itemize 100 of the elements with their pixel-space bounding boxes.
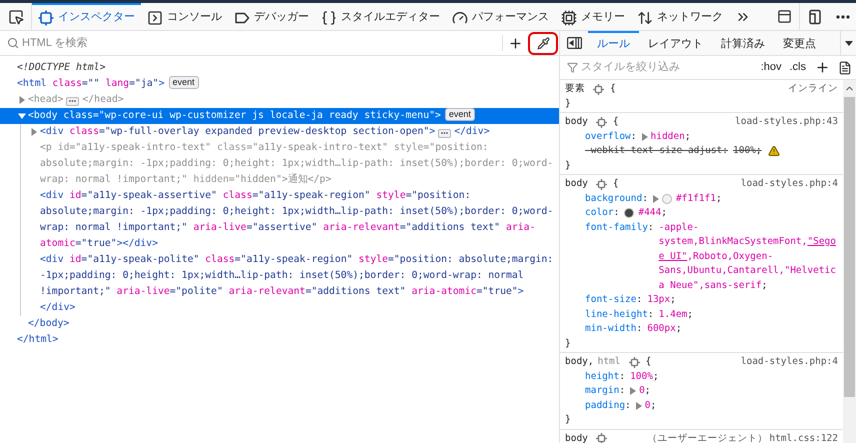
twisty-icon[interactable] <box>18 112 26 120</box>
declaration-name[interactable]: font-size: <box>585 293 642 308</box>
pointer-icon <box>8 8 24 24</box>
source-link[interactable]: load-styles.php:4 <box>740 177 838 192</box>
selector: html <box>598 355 620 369</box>
declaration-value: 1.4em; <box>658 308 693 322</box>
filter-field[interactable]: スタイルを絞り込み <box>581 59 757 76</box>
declaration-name[interactable]: padding: <box>585 398 631 413</box>
document-icon <box>838 60 852 74</box>
sidebar-tab[interactable]: 変更点 <box>774 31 825 55</box>
brace: { <box>646 355 652 369</box>
filter-icon <box>567 62 578 73</box>
declaration-name[interactable]: min-width: <box>585 322 642 336</box>
warning-icon <box>768 145 780 157</box>
arrows-icon <box>637 10 653 26</box>
selector: 要素 <box>565 82 585 96</box>
declaration-value: 100%; <box>630 370 659 384</box>
pane-toggle-icon <box>566 37 582 49</box>
target-icon[interactable] <box>596 178 607 190</box>
markup-row[interactable]: <body class="wp-core-ui wp-customizer js locale-ja ready sticky-menu"> event <box>0 108 559 124</box>
declaration-name[interactable]: -webkit-text-size-adjust: <box>585 144 728 158</box>
declaration-name[interactable]: overflow: <box>585 130 636 144</box>
brace: } <box>565 336 571 350</box>
twisty-icon[interactable] <box>30 128 38 136</box>
declaration-name[interactable]: margin: <box>585 384 626 398</box>
brace: { <box>612 115 619 129</box>
tool-tab[interactable]: コンソール <box>141 3 228 30</box>
color-swatch[interactable] <box>662 194 672 204</box>
brace: } <box>565 96 571 110</box>
event-badge[interactable]: event <box>168 76 199 89</box>
selector: body <box>565 432 588 443</box>
color-swatch[interactable] <box>624 208 634 218</box>
brace: { <box>612 177 619 191</box>
expand-icon[interactable] <box>642 132 648 140</box>
markup-text: <p id="a11y-speak-intro-text" class="a11y-speak-intro-text" style="position: absolute;margin: -1px;padding: 0;height: 1px;width…lip-path: inset(50%);border: 0;word-wrap: normal !important;" hidden="hidden">通知</p> <box>40 142 554 185</box>
menu-icon <box>836 14 850 18</box>
declaration-value: -apple-system,BlinkMacSystemFont,"Segoe UI",Roboto,Oxygen-Sans,Ubuntu,Cantarell,"Helvetica Neue",sans-serif; <box>658 220 837 292</box>
markup-row[interactable]: <html class="" lang="ja"> event <box>0 76 559 92</box>
twisty-icon[interactable] <box>18 96 26 104</box>
declaration-value: hidden; <box>650 130 691 144</box>
selector: body <box>565 177 588 191</box>
tool-tab[interactable]: パフォーマンス <box>446 3 555 30</box>
selector: body, <box>565 355 594 369</box>
tool-tab[interactable]: メモリー <box>555 3 631 30</box>
search-icon <box>7 37 19 49</box>
brace: { <box>610 82 616 96</box>
source-link[interactable]: load-styles.php:43 <box>735 115 838 130</box>
sidebar-tab[interactable]: ルール <box>588 31 639 55</box>
markup-text: </body> <box>28 317 70 331</box>
source-link[interactable]: html.css:122 <box>769 432 838 443</box>
target-icon[interactable] <box>596 116 607 128</box>
pseudo-class-toggle[interactable]: :hov <box>756 59 786 76</box>
plus-icon <box>814 60 830 75</box>
pseudo-class-toggle[interactable]: .cls <box>786 59 810 76</box>
sidebar-tab[interactable]: レイアウト <box>639 31 712 55</box>
markup-text: </div> <box>454 126 490 137</box>
markup-text: <html class="" lang="ja"> <box>17 78 164 89</box>
ellipsis-button[interactable] <box>66 96 80 106</box>
markup-text: <div id="a11y-speak-assertive" class="a11y-speak-region" style="position: absolute;margin: -1px;padding: 0;height: 1px;width…lip-path: inset(50%);border: 0;word-wrap: normal !important;" aria-live="assertive" aria-relevant="additions text" aria-atomic="true"></div> <box>40 190 554 249</box>
target-icon[interactable] <box>593 84 604 95</box>
declaration-name[interactable]: line-height: <box>585 308 654 322</box>
tool-tab[interactable]: デバッガー <box>228 3 315 30</box>
markup-text: <!DOCTYPE html> <box>17 62 106 73</box>
markup-text: </html> <box>17 333 58 347</box>
markup-text: <div id="a11y-speak-polite" class="a11y-speak-region" style="position: absolute;margin: -1px;padding: 0;height: 1px;width…lip-path: inset(50%);border: 0;word-wrap: normal !important;" aria-live="polite" aria-relevant="additions text" aria-atomic="true"></div> <box>40 254 554 313</box>
braces-icon <box>321 10 337 26</box>
source-link[interactable]: load-styles.php:4 <box>740 355 838 370</box>
rule-origin: （ユーザーエージェント） <box>647 432 768 443</box>
target-icon[interactable] <box>596 433 607 443</box>
inspector-icon <box>38 10 54 26</box>
declaration-name[interactable]: font-family: <box>585 220 654 235</box>
declaration-value: #f1f1f1; <box>676 192 722 206</box>
declaration-name[interactable]: background: <box>585 192 648 206</box>
event-badge[interactable]: event <box>444 108 475 121</box>
source-link[interactable]: インライン <box>788 82 838 96</box>
responsive-icon <box>807 8 823 24</box>
declaration-value: 600px; <box>647 322 682 336</box>
sidebar-tab[interactable]: 計算済み <box>712 31 774 55</box>
ellipsis-button[interactable] <box>438 128 452 138</box>
markup-text: <body class="wp-core-ui wp-customizer js locale-ja ready sticky-menu"> <box>28 110 441 121</box>
search-field[interactable]: HTML を検索 <box>22 34 502 52</box>
declaration-value: 100%; <box>733 144 762 158</box>
console-icon <box>147 10 163 26</box>
markup-row[interactable]: <!DOCTYPE html> <box>0 60 559 76</box>
layout-icon <box>777 9 792 24</box>
target-icon[interactable] <box>628 356 640 368</box>
eyedropper-icon <box>536 36 550 50</box>
scrollbar-thumb[interactable] <box>844 97 855 397</box>
expand-icon[interactable] <box>652 194 659 202</box>
tool-tab[interactable]: スタイルエディター <box>315 3 446 30</box>
tool-tab[interactable]: ネットワーク <box>631 3 729 30</box>
markup-row[interactable]: <div class="wp-full-overlay expanded preview-desktop section-open"> </div> <box>21 124 559 140</box>
brace: } <box>565 413 571 427</box>
declaration-name[interactable]: color: <box>585 206 620 220</box>
caret-icon <box>844 40 852 46</box>
selector: body <box>565 115 588 129</box>
expand-icon[interactable] <box>630 387 636 395</box>
expand-icon[interactable] <box>636 402 642 410</box>
declaration-name[interactable]: height: <box>585 370 626 384</box>
tabs-dropdown-button[interactable] <box>840 31 856 55</box>
